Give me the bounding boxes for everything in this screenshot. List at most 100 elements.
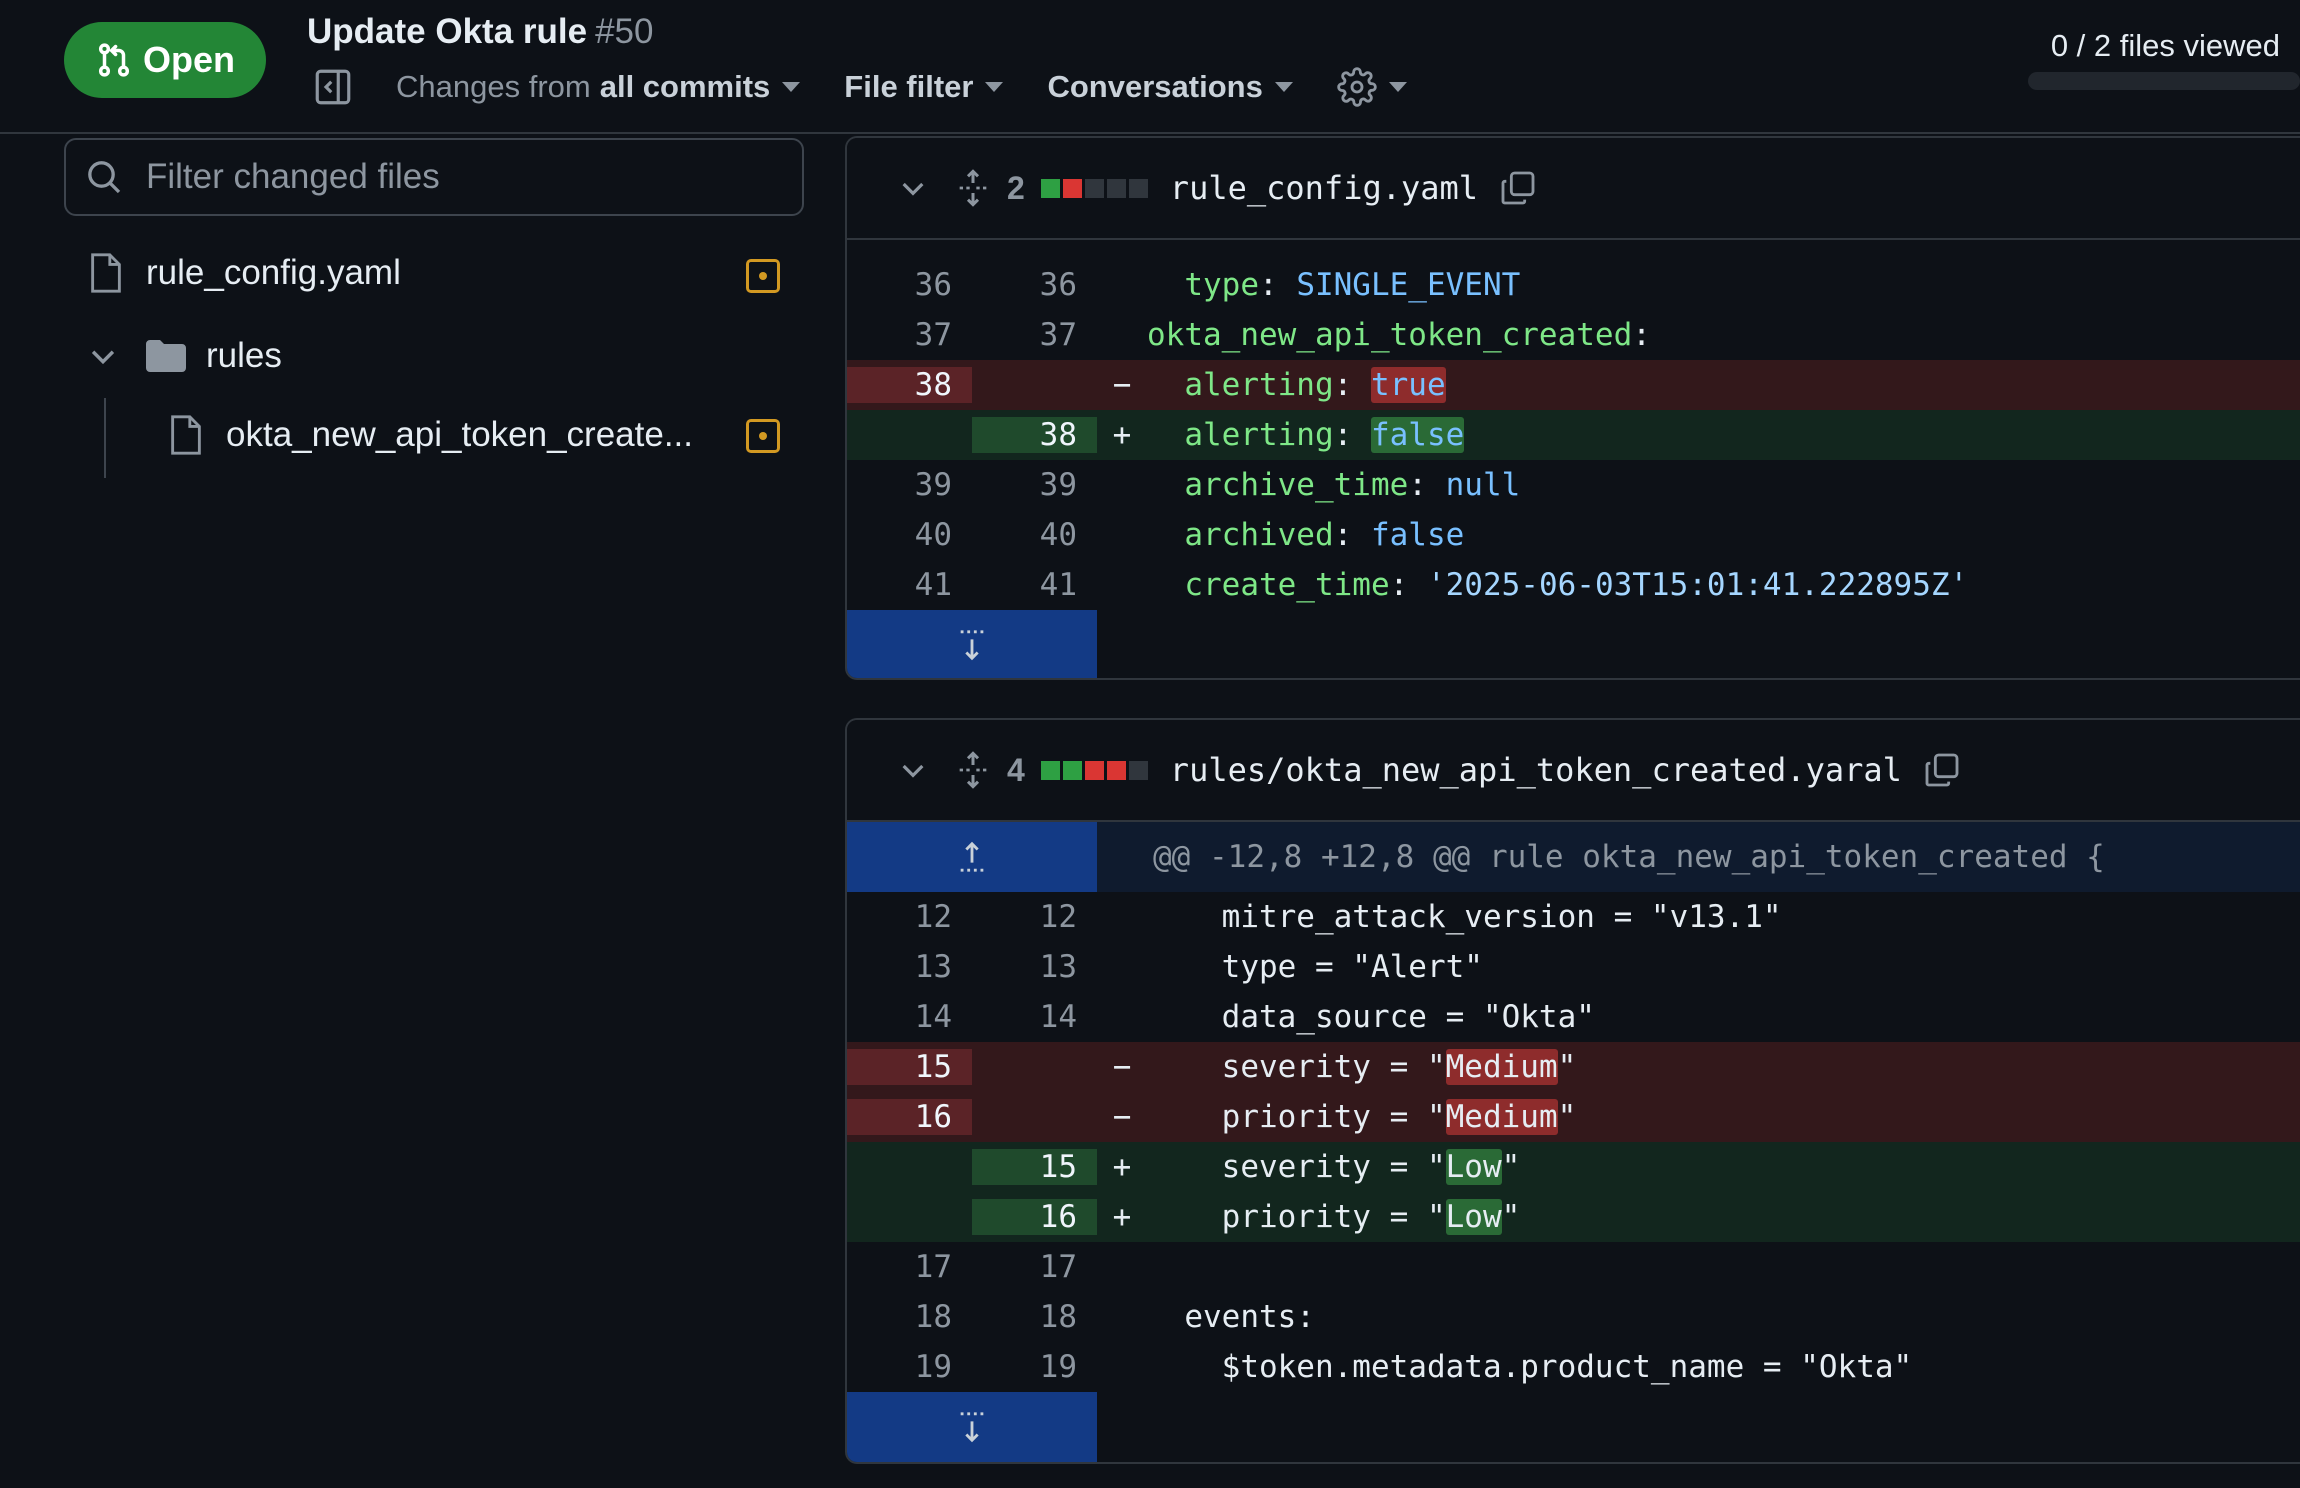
filter-changed-files[interactable] xyxy=(64,138,804,216)
old-line-number: 19 xyxy=(914,1349,952,1385)
tree-folder-rules[interactable]: rules xyxy=(86,336,282,376)
diff-lines: 12 12 mitre_attack_version = "v13.1" 13 13 … xyxy=(847,892,2300,1392)
yaml-key: alerting xyxy=(1184,417,1334,453)
changes-count: 4 xyxy=(1007,751,1025,788)
changes-from-dropdown[interactable]: Changes from all commits xyxy=(396,69,801,105)
code-text-tail: " xyxy=(1501,1149,1521,1185)
diffstat-block xyxy=(1128,760,1148,780)
diff-line: 39 39 archive_time: null xyxy=(847,460,2300,510)
code-text: events: xyxy=(1147,1299,1315,1335)
diff-file-header: 4 rules/okta_new_api_token_created.yaral xyxy=(847,720,2300,822)
gear-icon xyxy=(1337,67,1377,107)
new-line-number: 19 xyxy=(1039,1349,1077,1385)
new-line-number: 16 xyxy=(972,1199,1097,1235)
expand-up-icon xyxy=(960,841,984,872)
expand-all-icon[interactable] xyxy=(955,750,991,790)
pr-title: Update Okta rule #50 xyxy=(307,12,653,52)
yaml-value: SINGLE_EVENT xyxy=(1296,267,1521,303)
diff-line: 18 18 events: xyxy=(847,1292,2300,1342)
code-text-tail: " xyxy=(1501,1199,1521,1235)
code-highlight: Low xyxy=(1445,1199,1502,1235)
diff-filename: rules/okta_new_api_token_created.yaral xyxy=(1169,751,1902,789)
diffstat-block xyxy=(1062,760,1082,780)
tree-file-label: okta_new_api_token_create... xyxy=(226,415,693,454)
changes-from-value: all commits xyxy=(599,69,771,104)
diff-lines: 36 36 type: SINGLE_EVENT 37 37 okta_new_api_… xyxy=(847,260,2300,610)
expand-down-row[interactable] xyxy=(847,610,2300,678)
yaml-key: create_time xyxy=(1184,567,1390,603)
expand-down-button[interactable] xyxy=(847,610,1097,678)
yaml-value: false xyxy=(1370,417,1465,453)
new-line-number: 15 xyxy=(972,1149,1097,1185)
new-line-number: 12 xyxy=(1039,899,1077,935)
code-content: priority = "Low" xyxy=(1147,1199,1520,1235)
yaml-separator: : xyxy=(1333,417,1371,453)
expand-all-icon[interactable] xyxy=(955,168,991,208)
code-content: okta_new_api_token_created: xyxy=(1147,317,1651,353)
folder-icon xyxy=(146,340,186,372)
hunk-header-row: @@ -12,8 +12,8 @@ rule okta_new_api_toke… xyxy=(847,822,2300,892)
code-highlight: Medium xyxy=(1445,1049,1558,1085)
new-line-number: 36 xyxy=(1039,267,1077,303)
tree-file-rule-config[interactable]: rule_config.yaml xyxy=(88,252,401,294)
search-icon xyxy=(88,161,121,194)
code-content: type: SINGLE_EVENT xyxy=(1147,267,1520,303)
code-content: create_time: '2025-06-03T15:01:41.222895… xyxy=(1147,567,1968,603)
clipped-line xyxy=(847,240,2300,260)
filter-input[interactable] xyxy=(146,157,746,197)
diff-line: 12 12 mitre_attack_version = "v13.1" xyxy=(847,892,2300,942)
diffstat-blocks xyxy=(1040,760,1148,780)
toggle-file-tree-icon[interactable] xyxy=(312,66,354,108)
diff-line: 36 36 type: SINGLE_EVENT xyxy=(847,260,2300,310)
yaml-key: archived xyxy=(1184,517,1334,553)
files-viewed-count: 0 / 2 files viewed xyxy=(2050,28,2280,63)
diff-sign: − xyxy=(1112,1049,1132,1085)
old-line-number: 38 xyxy=(847,367,972,403)
yaml-separator: : xyxy=(1333,517,1371,553)
diffstat-block xyxy=(1040,178,1060,198)
old-line-number: 13 xyxy=(914,949,952,985)
yaml-separator: : xyxy=(1408,467,1446,503)
diffstat-block xyxy=(1106,178,1126,198)
expand-down-button[interactable] xyxy=(847,1392,1097,1462)
code-text: mitre_attack_version = "v13.1" xyxy=(1147,899,1782,935)
conversations-dropdown[interactable]: Conversations xyxy=(1047,69,1293,105)
new-line-number: 41 xyxy=(1039,567,1077,603)
code-highlight: Medium xyxy=(1445,1099,1558,1135)
diff-line: 14 14 data_source = "Okta" xyxy=(847,992,2300,1042)
yaml-value: null xyxy=(1445,467,1521,503)
expand-row-body xyxy=(1097,1392,2300,1462)
old-line-number: 18 xyxy=(914,1299,952,1335)
pr-number: #50 xyxy=(595,12,654,51)
pr-status-label: Open xyxy=(142,39,235,80)
file-icon xyxy=(171,415,201,455)
yaml-key: alerting xyxy=(1184,367,1334,403)
copy-icon[interactable] xyxy=(1922,750,1962,790)
copy-icon[interactable] xyxy=(1498,168,1538,208)
diff-settings-button[interactable] xyxy=(1337,67,1407,107)
diff-sign: − xyxy=(1112,1099,1132,1135)
expand-up-button[interactable] xyxy=(847,822,1097,892)
diff-line: 13 13 type = "Alert" xyxy=(847,942,2300,992)
pr-status-badge: Open xyxy=(64,22,266,98)
changes-count: 2 xyxy=(1007,169,1025,206)
file-filter-dropdown[interactable]: File filter xyxy=(844,69,1004,105)
old-line-number: 12 xyxy=(914,899,952,935)
expand-down-row[interactable] xyxy=(847,1392,2300,1462)
code-content: events: xyxy=(1147,1299,1315,1335)
code-content: severity = "Medium" xyxy=(1147,1049,1576,1085)
old-line-number: 15 xyxy=(847,1049,972,1085)
yaml-separator: : xyxy=(1258,267,1297,303)
collapse-chevron-icon[interactable] xyxy=(897,172,929,204)
collapse-chevron-icon[interactable] xyxy=(897,754,929,786)
tree-file-okta-rule[interactable]: okta_new_api_token_create... xyxy=(168,414,693,456)
old-line-number: 36 xyxy=(914,267,952,303)
code-text: type = "Alert" xyxy=(1147,949,1483,985)
code-text: priority = " xyxy=(1147,1099,1446,1135)
code-text: data_source = "Okta" xyxy=(1147,999,1595,1035)
code-content: mitre_attack_version = "v13.1" xyxy=(1147,899,1782,935)
yaml-separator: : xyxy=(1389,567,1427,603)
old-line-number: 39 xyxy=(914,467,952,503)
